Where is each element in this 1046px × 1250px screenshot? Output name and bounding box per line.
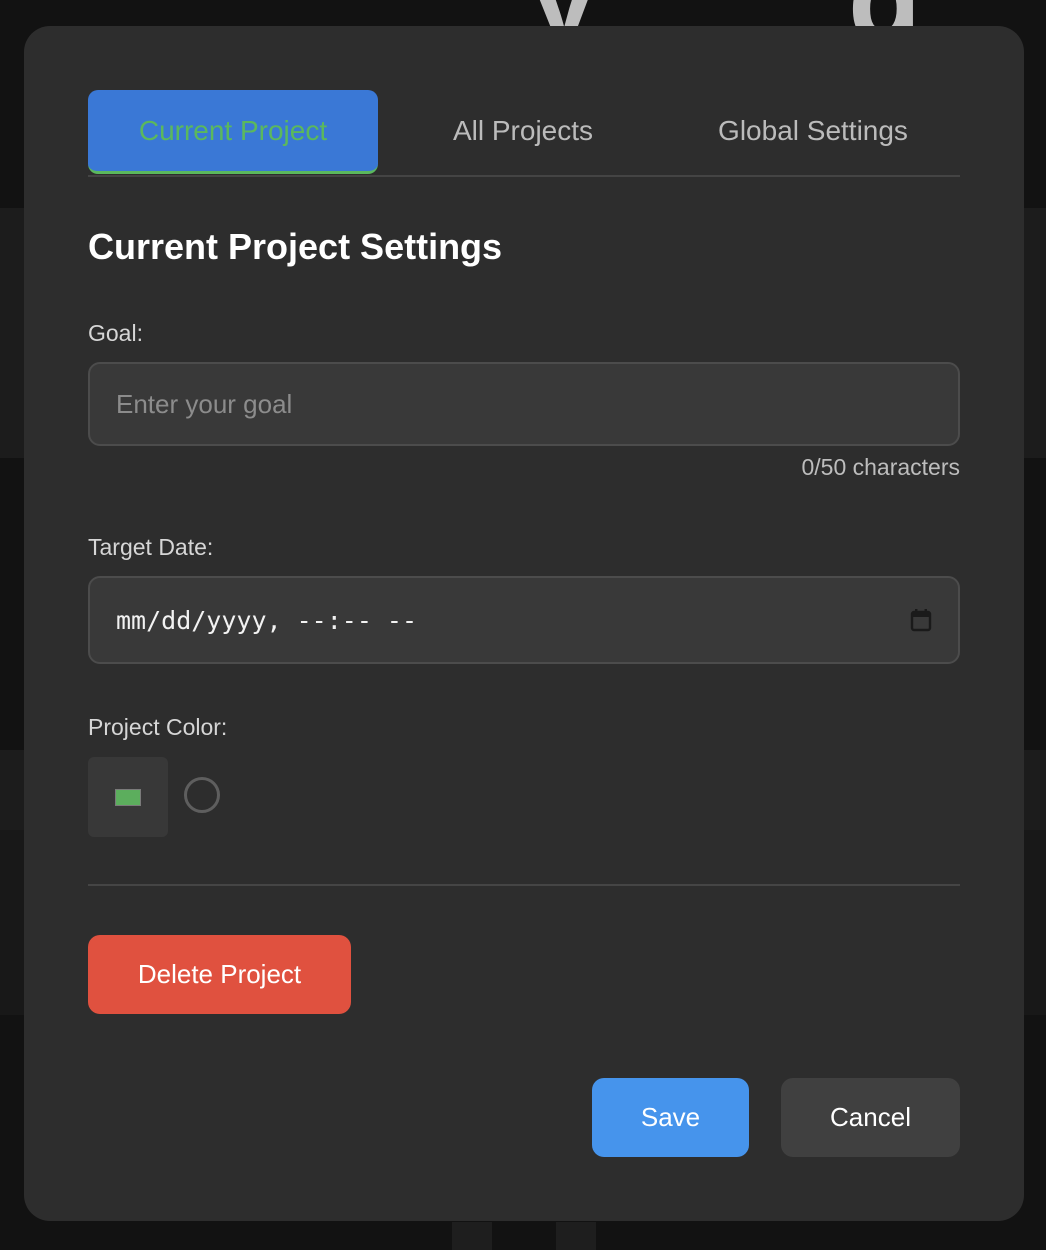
backdrop-panel — [556, 1222, 596, 1250]
target-date-label: Target Date: — [88, 534, 214, 560]
tab-current-project[interactable]: Current Project — [88, 90, 378, 174]
save-button[interactable]: Save — [592, 1078, 749, 1157]
goal-input[interactable] — [88, 362, 960, 446]
target-date-value: mm/dd/yyyy, --:-- -- — [116, 605, 418, 635]
cancel-button[interactable]: Cancel — [781, 1078, 960, 1157]
color-option-radio[interactable] — [184, 777, 220, 813]
tab-global-settings[interactable]: Global Settings — [668, 90, 958, 172]
delete-project-button[interactable]: Delete Project — [88, 935, 351, 1014]
color-picker[interactable] — [88, 757, 168, 837]
settings-modal: Current Project All Projects Global Sett… — [24, 26, 1024, 1221]
tab-bar: Current Project All Projects Global Sett… — [88, 90, 960, 177]
project-color-label: Project Color: — [88, 714, 228, 740]
divider — [88, 884, 960, 886]
selected-color-swatch — [115, 788, 141, 806]
backdrop-panel — [452, 1222, 492, 1250]
tab-all-projects[interactable]: All Projects — [378, 90, 668, 172]
section-title: Current Project Settings — [88, 226, 503, 267]
goal-label: Goal: — [88, 320, 143, 346]
calendar-icon[interactable] — [910, 608, 932, 632]
target-date-input[interactable]: mm/dd/yyyy, --:-- -- — [88, 576, 960, 664]
goal-character-counter: 0/50 characters — [801, 454, 960, 480]
